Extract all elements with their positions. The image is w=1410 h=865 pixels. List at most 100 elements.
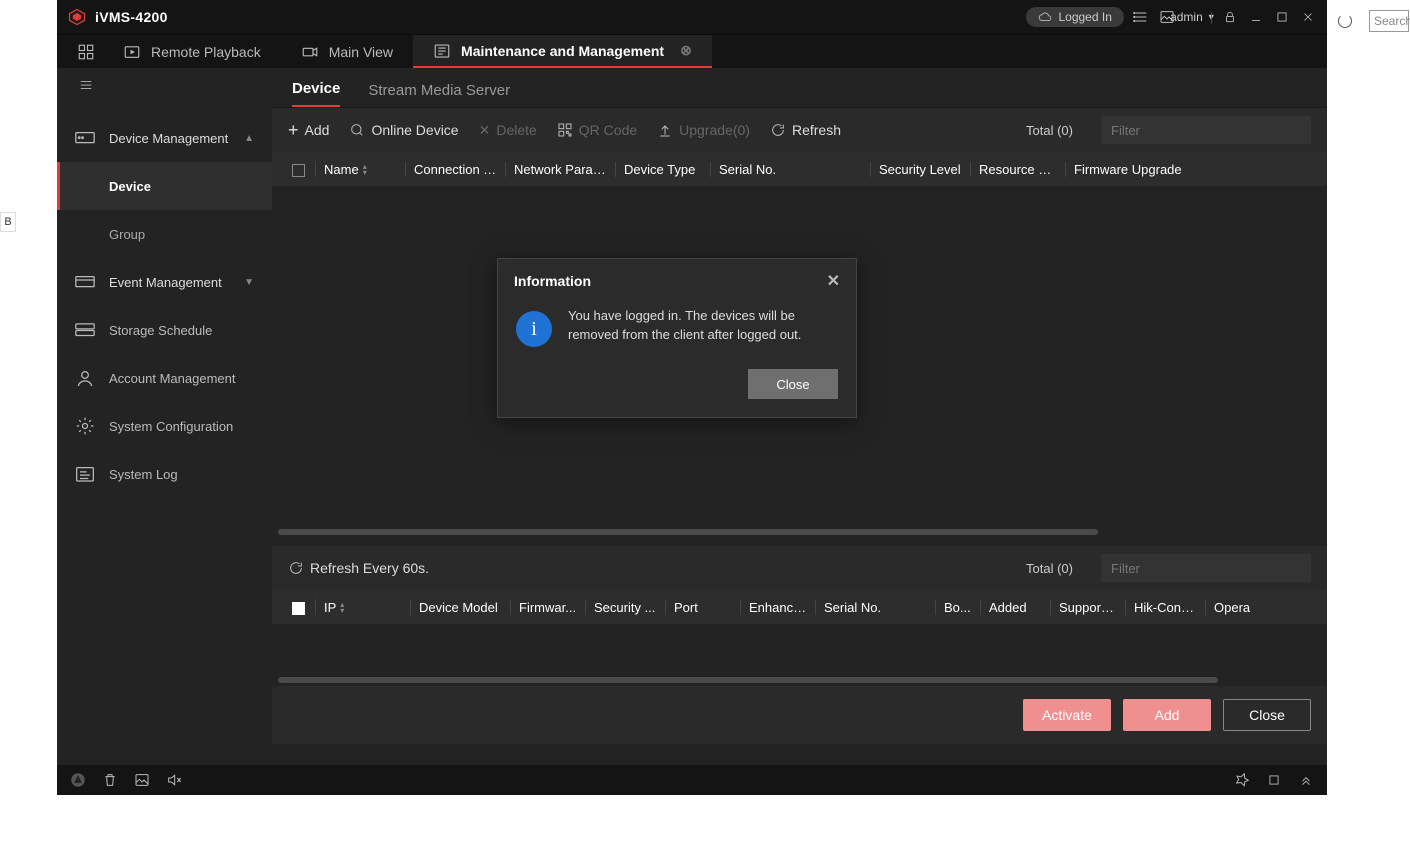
hamburger-icon[interactable] — [57, 68, 272, 102]
sidebar-label: System Log — [109, 467, 178, 482]
list-icon[interactable] — [1132, 8, 1150, 26]
app-title: iVMS-4200 — [95, 9, 168, 25]
add-online-button[interactable]: Add — [1123, 699, 1211, 731]
col-device-model[interactable]: Device Model — [411, 600, 511, 615]
chevron-up-icon: ▲ — [244, 133, 254, 144]
gear-icon — [75, 418, 95, 434]
minimize-icon[interactable] — [1247, 8, 1265, 26]
sidebar-item-system-log[interactable]: System Log — [57, 450, 272, 498]
col-enhanced[interactable]: Enhance... — [741, 600, 816, 615]
col-network[interactable]: Network Param... — [506, 162, 616, 177]
app-window: iVMS-4200 Logged In admin ▼ | Remote Pla… — [57, 0, 1327, 795]
col-serial[interactable]: Serial No. — [711, 162, 871, 177]
spreadsheet-column-header-b: B — [0, 212, 16, 232]
sidebar-label: Account Management — [109, 371, 235, 386]
login-status-pill[interactable]: Logged In — [1026, 7, 1123, 27]
trash-icon[interactable] — [101, 771, 119, 789]
device-toolbar: +Add Online Device ✕Delete QR Code Upgra… — [272, 108, 1327, 152]
cloud-icon — [1038, 10, 1052, 24]
refresh-60s-button[interactable]: Refresh Every 60s. — [288, 560, 429, 576]
subtab-device[interactable]: Device — [292, 80, 340, 107]
device-mgmt-icon — [75, 130, 95, 146]
sidebar-item-device[interactable]: Device — [57, 162, 272, 210]
sidebar-item-storage-schedule[interactable]: Storage Schedule — [57, 306, 272, 354]
close-online-button[interactable]: Close — [1223, 699, 1311, 731]
lock-icon[interactable] — [1221, 8, 1239, 26]
image-icon[interactable] — [133, 771, 151, 789]
col-security[interactable]: Security Level — [871, 162, 971, 177]
tab-maintenance[interactable]: Maintenance and Management ⊗ — [413, 35, 712, 68]
upgrade-button: Upgrade(0) — [657, 122, 750, 138]
alarm-icon[interactable] — [69, 771, 87, 789]
col-resource[interactable]: Resource Us... — [971, 162, 1066, 177]
titlebar: iVMS-4200 Logged In admin ▼ | — [57, 0, 1327, 34]
col-support[interactable]: Support ... — [1051, 600, 1126, 615]
add-button[interactable]: +Add — [288, 120, 329, 141]
information-dialog: Information ✕ i You have logged in. The … — [497, 258, 857, 418]
filter-input[interactable] — [1101, 116, 1311, 144]
mute-icon[interactable] — [165, 771, 183, 789]
restore-icon[interactable] — [1265, 771, 1283, 789]
activate-button[interactable]: Activate — [1023, 699, 1111, 731]
storage-icon — [75, 322, 95, 338]
collapse-icon[interactable] — [1297, 771, 1315, 789]
dialog-title: Information — [514, 273, 591, 289]
delete-button: ✕Delete — [479, 122, 537, 139]
sidebar-item-system-configuration[interactable]: System Configuration — [57, 402, 272, 450]
col-added[interactable]: Added — [981, 600, 1051, 615]
pin-icon[interactable] — [1233, 771, 1251, 789]
tab-remote-playback[interactable]: Remote Playback — [103, 35, 281, 68]
refresh-button[interactable]: Refresh — [770, 122, 841, 138]
device-table-header: Name Connection T... Network Param... De… — [272, 152, 1327, 186]
sidebar-label: Device Management — [109, 131, 228, 146]
col-hikconnect[interactable]: Hik-Conn... — [1126, 600, 1206, 615]
close-window-icon[interactable] — [1299, 8, 1317, 26]
col-connection[interactable]: Connection T... — [406, 162, 506, 177]
maximize-icon[interactable] — [1273, 8, 1291, 26]
online-device-button[interactable]: Online Device — [349, 122, 458, 138]
subtab-stream-media[interactable]: Stream Media Server — [368, 82, 510, 107]
col-port[interactable]: Port — [666, 600, 741, 615]
sidebar: Device Management ▲ Device Group Event M… — [57, 68, 272, 765]
sidebar-label: Event Management — [109, 275, 222, 290]
col-firmware[interactable]: Firmwar... — [511, 600, 586, 615]
col-device-type[interactable]: Device Type — [616, 162, 711, 177]
col-firmware[interactable]: Firmware Upgrade — [1066, 162, 1327, 177]
qr-code-button: QR Code — [557, 122, 637, 138]
select-all-checkbox[interactable] — [292, 602, 305, 615]
h-scrollbar-lower[interactable] — [272, 674, 1327, 686]
info-icon: i — [516, 311, 552, 347]
col-serial[interactable]: Serial No. — [816, 600, 936, 615]
sidebar-item-account-management[interactable]: Account Management — [57, 354, 272, 402]
browser-refresh-icon[interactable] — [1338, 14, 1352, 28]
sort-icon[interactable] — [340, 602, 348, 614]
apps-grid-icon[interactable] — [69, 35, 103, 68]
col-boot[interactable]: Bo... — [936, 600, 981, 615]
user-icon — [75, 370, 95, 386]
browser-search-input[interactable]: Search — [1369, 10, 1409, 32]
col-security[interactable]: Security ... — [586, 600, 666, 615]
app-logo-icon — [67, 7, 87, 27]
h-scrollbar[interactable] — [272, 526, 1327, 538]
user-menu[interactable]: admin ▼ — [1184, 8, 1202, 26]
online-actions: Activate Add Close — [272, 686, 1327, 744]
tab-main-view[interactable]: Main View — [281, 35, 413, 68]
col-operation[interactable]: Opera — [1206, 600, 1327, 615]
subtabs: Device Stream Media Server — [272, 68, 1327, 108]
select-all-checkbox[interactable] — [292, 164, 305, 177]
top-tabs: Remote Playback Main View Maintenance an… — [57, 34, 1327, 68]
sidebar-item-group[interactable]: Group — [57, 210, 272, 258]
online-filter-input[interactable] — [1101, 554, 1311, 582]
sidebar-item-device-management[interactable]: Device Management ▲ — [57, 114, 272, 162]
tab-close-icon[interactable]: ⊗ — [680, 42, 692, 59]
sort-icon[interactable] — [363, 164, 371, 176]
col-name[interactable]: Name — [324, 162, 359, 177]
dialog-close-button[interactable]: Close — [748, 369, 838, 399]
sidebar-item-event-management[interactable]: Event Management ▼ — [57, 258, 272, 306]
dialog-close-icon[interactable]: ✕ — [827, 271, 840, 291]
col-ip[interactable]: IP — [324, 600, 336, 615]
user-name: admin — [1170, 10, 1203, 24]
camera-icon — [301, 43, 319, 61]
online-table-header: IP Device Model Firmwar... Security ... … — [272, 590, 1327, 624]
sidebar-label: Group — [109, 227, 145, 242]
